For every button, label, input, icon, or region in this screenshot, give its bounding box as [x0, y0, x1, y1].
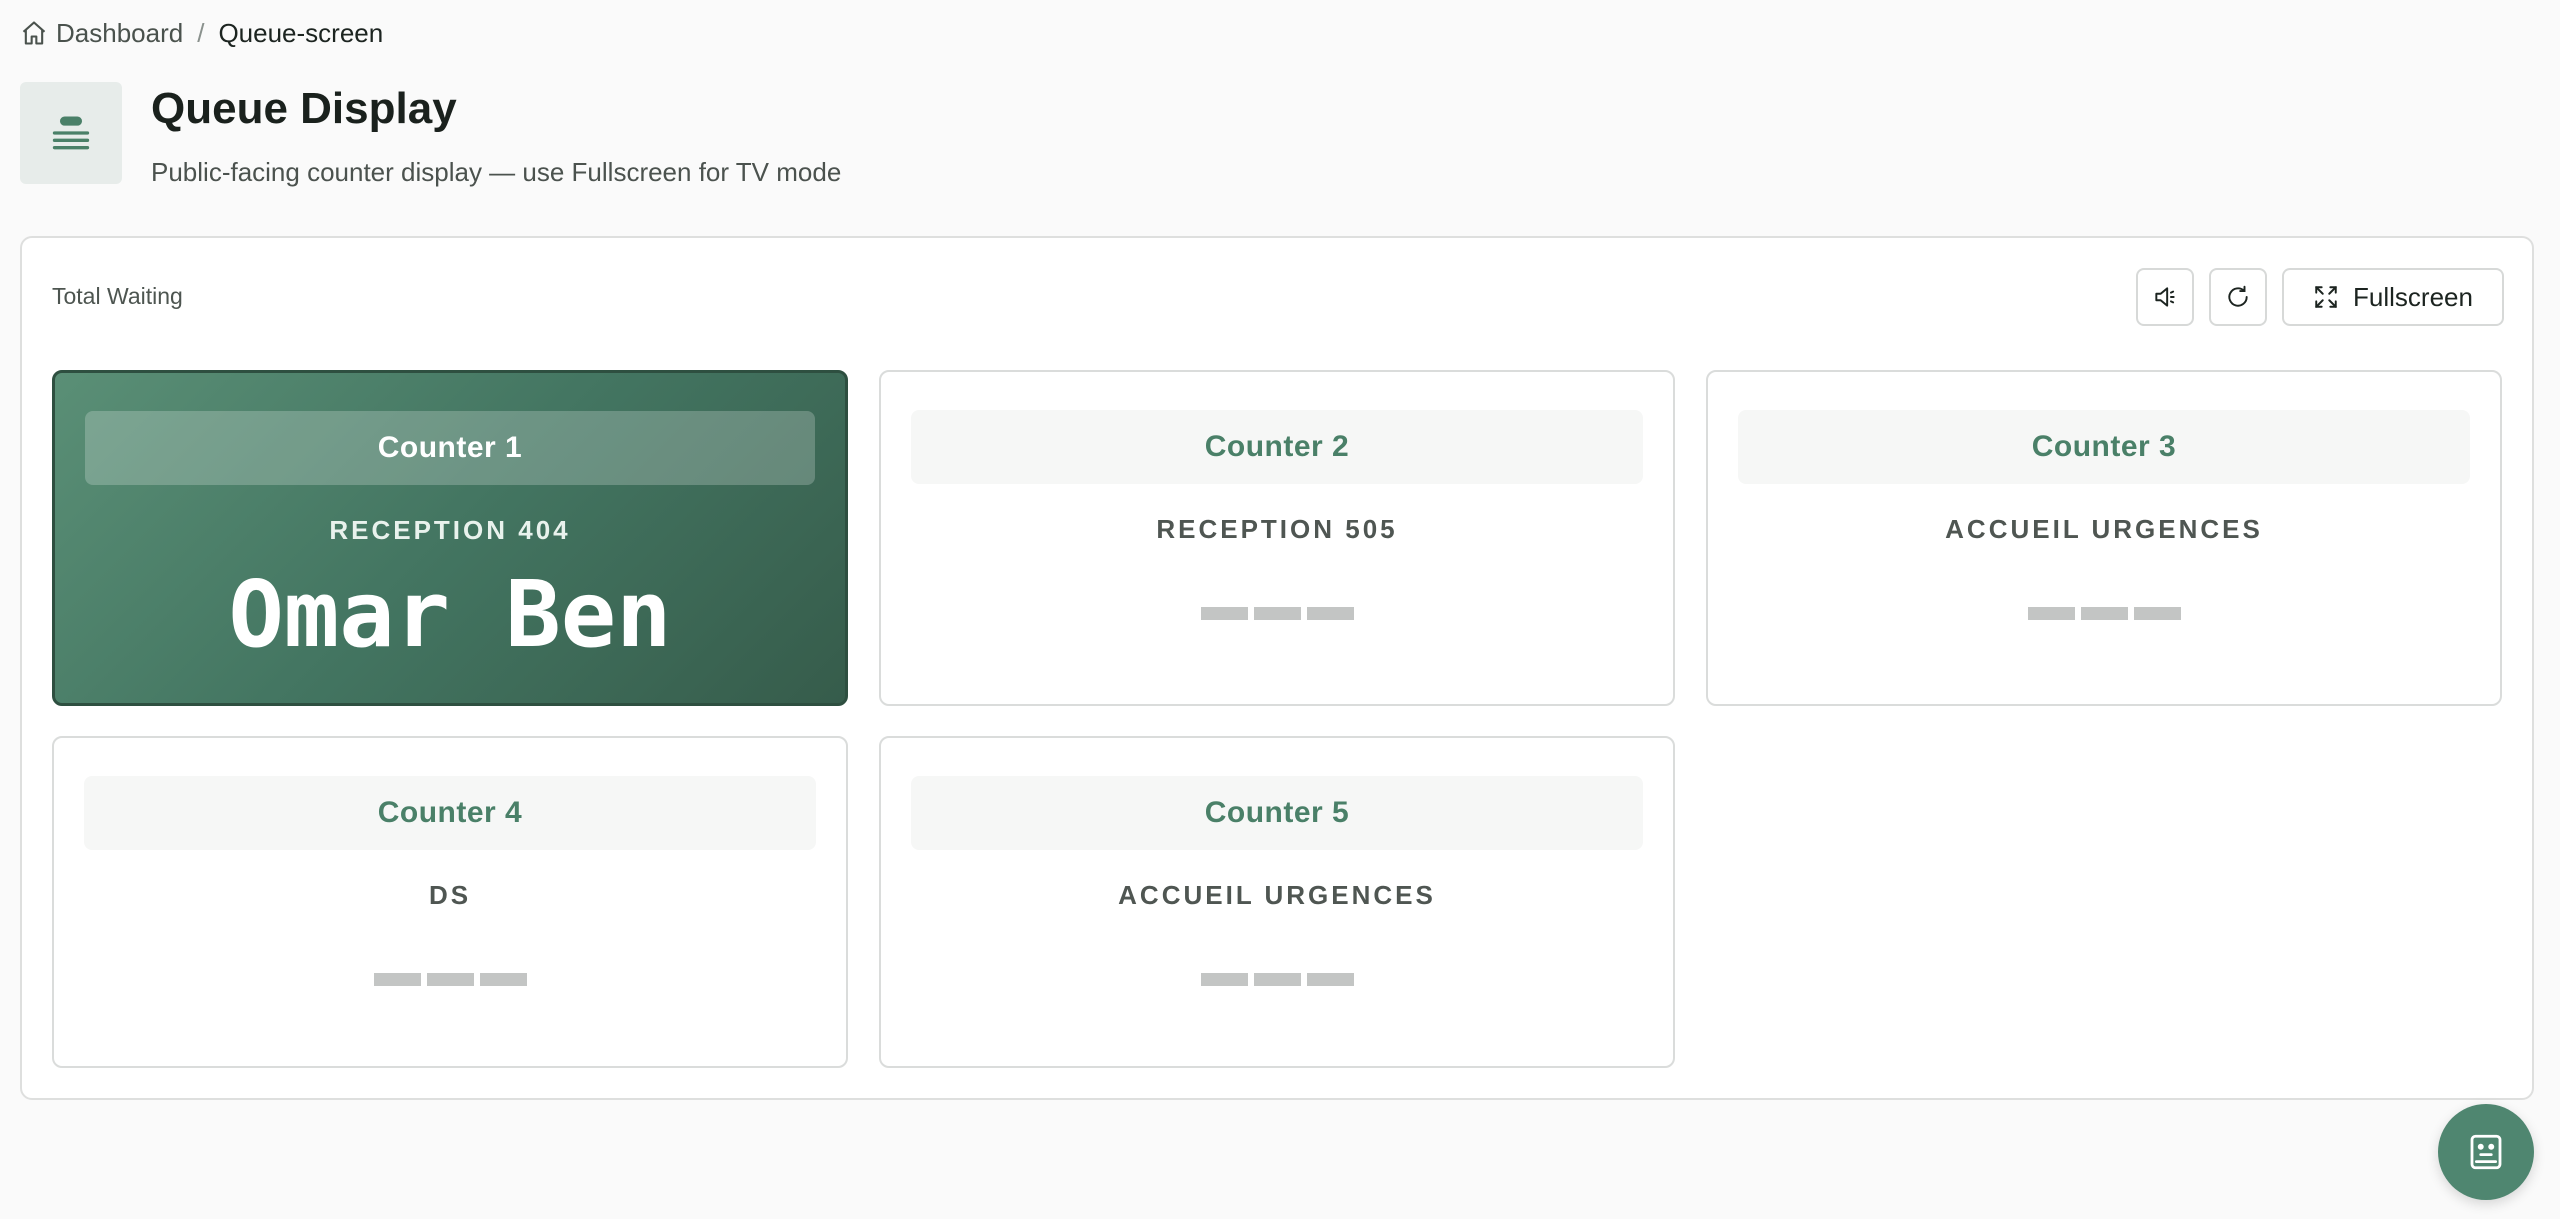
page-title: Queue Display — [151, 84, 457, 133]
counter-card-3: Counter 3 ACCUEIL URGENCES — [1706, 370, 2502, 706]
empty-patient-placeholder — [1738, 607, 2470, 620]
speaker-icon — [2155, 287, 2175, 307]
counter-room: ACCUEIL URGENCES — [1118, 880, 1436, 910]
counter-room: ACCUEIL URGENCES — [1945, 514, 2263, 544]
breadcrumb-dashboard-label: Dashboard — [56, 17, 184, 48]
assistant-bot-icon — [2470, 1134, 2502, 1170]
fullscreen-button-label: Fullscreen — [2353, 281, 2473, 312]
empty-patient-placeholder — [84, 973, 816, 986]
counter-room: RECEPTION 505 — [1156, 514, 1398, 544]
display-toolbar: Fullscreen — [2136, 268, 2504, 326]
page-subtitle: Public-facing counter display — use Full… — [151, 157, 842, 187]
breadcrumb-separator: / — [197, 17, 205, 48]
page-header-icon-tile — [20, 82, 122, 184]
empty-patient-placeholder — [911, 973, 1643, 986]
counter-name: Counter 3 — [1738, 410, 2470, 484]
counter-room: DS — [428, 880, 472, 910]
queue-list-icon — [52, 116, 90, 150]
counter-card-5: Counter 5 ACCUEIL URGENCES — [879, 736, 1675, 1068]
breadcrumb-dashboard-link[interactable]: Dashboard — [20, 18, 183, 49]
empty-patient-placeholder — [911, 607, 1643, 620]
assistant-chat-button[interactable] — [2438, 1104, 2534, 1200]
counter-name: Counter 1 — [85, 411, 815, 485]
counter-card-4: Counter 4 DS — [52, 736, 848, 1068]
refresh-icon — [2228, 285, 2248, 307]
counter-room: RECEPTION 404 — [329, 515, 571, 545]
queue-display-panel: Total Waiting Fullscreen Counter 1 RECEP… — [20, 236, 2534, 1100]
breadcrumb-current: Queue-screen — [218, 17, 384, 48]
home-icon — [22, 21, 46, 45]
total-waiting-label: Total Waiting — [52, 283, 183, 309]
counter-name: Counter 5 — [911, 776, 1643, 850]
sound-toggle-button[interactable] — [2136, 268, 2194, 326]
counter-name: Counter 2 — [911, 410, 1643, 484]
counter-name: Counter 4 — [84, 776, 816, 850]
counters-grid: Counter 1 RECEPTION 404 Omar Ben Counter… — [52, 370, 2502, 1068]
queue-screen-page: Dashboard / Queue-screen Queue Display P… — [0, 0, 2560, 1219]
breadcrumb: Dashboard / Queue-screen — [20, 17, 383, 49]
expand-icon — [2315, 286, 2337, 308]
fullscreen-button[interactable]: Fullscreen — [2282, 268, 2504, 326]
current-patient-name: Omar Ben — [228, 561, 672, 668]
counter-card-2: Counter 2 RECEPTION 505 — [879, 370, 1675, 706]
counter-card-1: Counter 1 RECEPTION 404 Omar Ben — [52, 370, 848, 706]
refresh-button[interactable] — [2209, 268, 2267, 326]
